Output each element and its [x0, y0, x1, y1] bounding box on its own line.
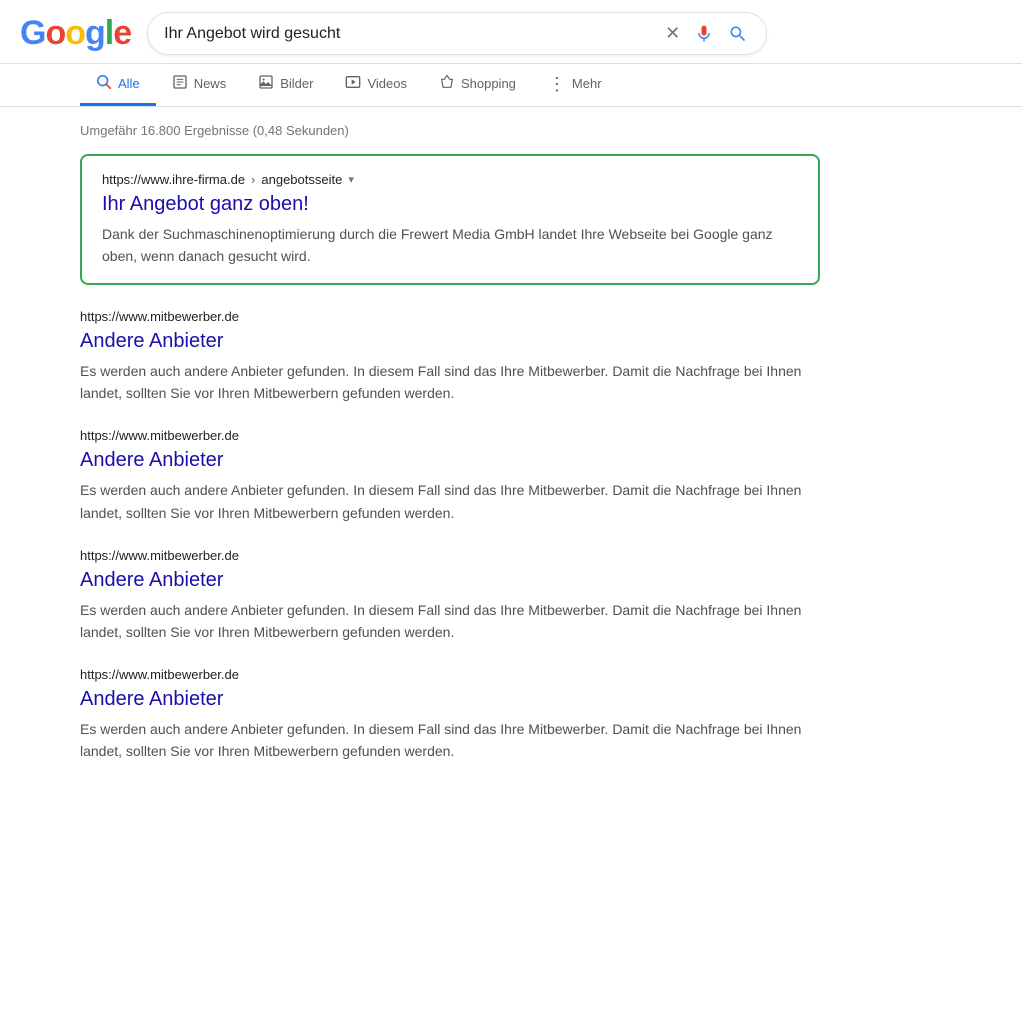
- results-list: https://www.mitbewerber.de Andere Anbiet…: [80, 309, 820, 762]
- result-url-1: https://www.mitbewerber.de: [80, 428, 820, 443]
- tab-alle-label: Alle: [118, 76, 140, 91]
- search-tab-icon: [96, 74, 112, 93]
- results-count: Umgefähr 16.800 Ergebnisse (0,48 Sekunde…: [80, 123, 820, 138]
- result-snippet-3: Es werden auch andere Anbieter gefunden.…: [80, 718, 820, 762]
- tab-news-label: News: [194, 76, 227, 91]
- nav-tabs: Alle News Bilder: [0, 64, 1022, 107]
- featured-result-url: https://www.ihre-firma.de › angebotsseit…: [102, 172, 798, 187]
- result-url-text-1: https://www.mitbewerber.de: [80, 428, 239, 443]
- result-title-2[interactable]: Andere Anbieter: [80, 567, 820, 593]
- result-snippet-1: Es werden auch andere Anbieter gefunden.…: [80, 479, 820, 523]
- result-url-text-2: https://www.mitbewerber.de: [80, 548, 239, 563]
- featured-result: https://www.ihre-firma.de › angebotsseit…: [80, 154, 820, 285]
- close-icon: ✕: [665, 23, 680, 44]
- tab-bilder-label: Bilder: [280, 76, 313, 91]
- header: G o o g l e ✕: [0, 0, 1022, 64]
- search-icon: [728, 24, 748, 44]
- google-logo: G o o g l e: [20, 14, 131, 53]
- tab-shopping-label: Shopping: [461, 76, 516, 91]
- search-icons: ✕: [663, 21, 750, 46]
- result-url-0: https://www.mitbewerber.de: [80, 309, 820, 324]
- news-tab-icon: [172, 74, 188, 93]
- search-input[interactable]: [164, 25, 655, 43]
- tab-news[interactable]: News: [156, 64, 243, 106]
- dropdown-arrow-icon[interactable]: ▾: [348, 173, 354, 186]
- logo-o1: o: [45, 14, 65, 53]
- logo-l: l: [105, 14, 113, 53]
- bilder-tab-icon: [258, 74, 274, 93]
- result-title-0[interactable]: Andere Anbieter: [80, 328, 820, 354]
- tab-alle[interactable]: Alle: [80, 64, 156, 106]
- logo-g: G: [20, 14, 45, 53]
- main-content: Umgefähr 16.800 Ergebnisse (0,48 Sekunde…: [0, 107, 900, 802]
- logo-e: e: [113, 14, 131, 53]
- featured-result-snippet: Dank der Suchmaschinenoptimierung durch …: [102, 223, 798, 267]
- mehr-tab-icon: ⋮: [548, 75, 566, 93]
- logo-g2: g: [85, 14, 105, 53]
- search-bar: ✕: [147, 12, 767, 55]
- tab-videos-label: Videos: [367, 76, 407, 91]
- featured-result-title[interactable]: Ihr Angebot ganz oben!: [102, 191, 798, 217]
- tab-mehr-label: Mehr: [572, 76, 602, 91]
- result-url-text-3: https://www.mitbewerber.de: [80, 667, 239, 682]
- tab-shopping[interactable]: Shopping: [423, 64, 532, 106]
- mic-button[interactable]: [692, 22, 716, 46]
- result-url-2: https://www.mitbewerber.de: [80, 548, 820, 563]
- tab-mehr[interactable]: ⋮ Mehr: [532, 65, 618, 106]
- result-item: https://www.mitbewerber.de Andere Anbiet…: [80, 309, 820, 404]
- result-item: https://www.mitbewerber.de Andere Anbiet…: [80, 428, 820, 523]
- featured-breadcrumb: angebotsseite: [261, 172, 342, 187]
- result-title-1[interactable]: Andere Anbieter: [80, 447, 820, 473]
- result-snippet-0: Es werden auch andere Anbieter gefunden.…: [80, 360, 820, 404]
- breadcrumb-sep: ›: [251, 172, 255, 187]
- result-url-3: https://www.mitbewerber.de: [80, 667, 820, 682]
- result-item: https://www.mitbewerber.de Andere Anbiet…: [80, 548, 820, 643]
- mic-icon: [694, 24, 714, 44]
- logo-o2: o: [65, 14, 85, 53]
- videos-tab-icon: [345, 74, 361, 93]
- result-title-3[interactable]: Andere Anbieter: [80, 686, 820, 712]
- tab-bilder[interactable]: Bilder: [242, 64, 329, 106]
- search-button[interactable]: [726, 22, 750, 46]
- result-url-text-0: https://www.mitbewerber.de: [80, 309, 239, 324]
- result-snippet-2: Es werden auch andere Anbieter gefunden.…: [80, 599, 820, 643]
- tab-videos[interactable]: Videos: [329, 64, 423, 106]
- clear-button[interactable]: ✕: [663, 21, 682, 46]
- result-item: https://www.mitbewerber.de Andere Anbiet…: [80, 667, 820, 762]
- featured-url-text: https://www.ihre-firma.de: [102, 172, 245, 187]
- shopping-tab-icon: [439, 74, 455, 93]
